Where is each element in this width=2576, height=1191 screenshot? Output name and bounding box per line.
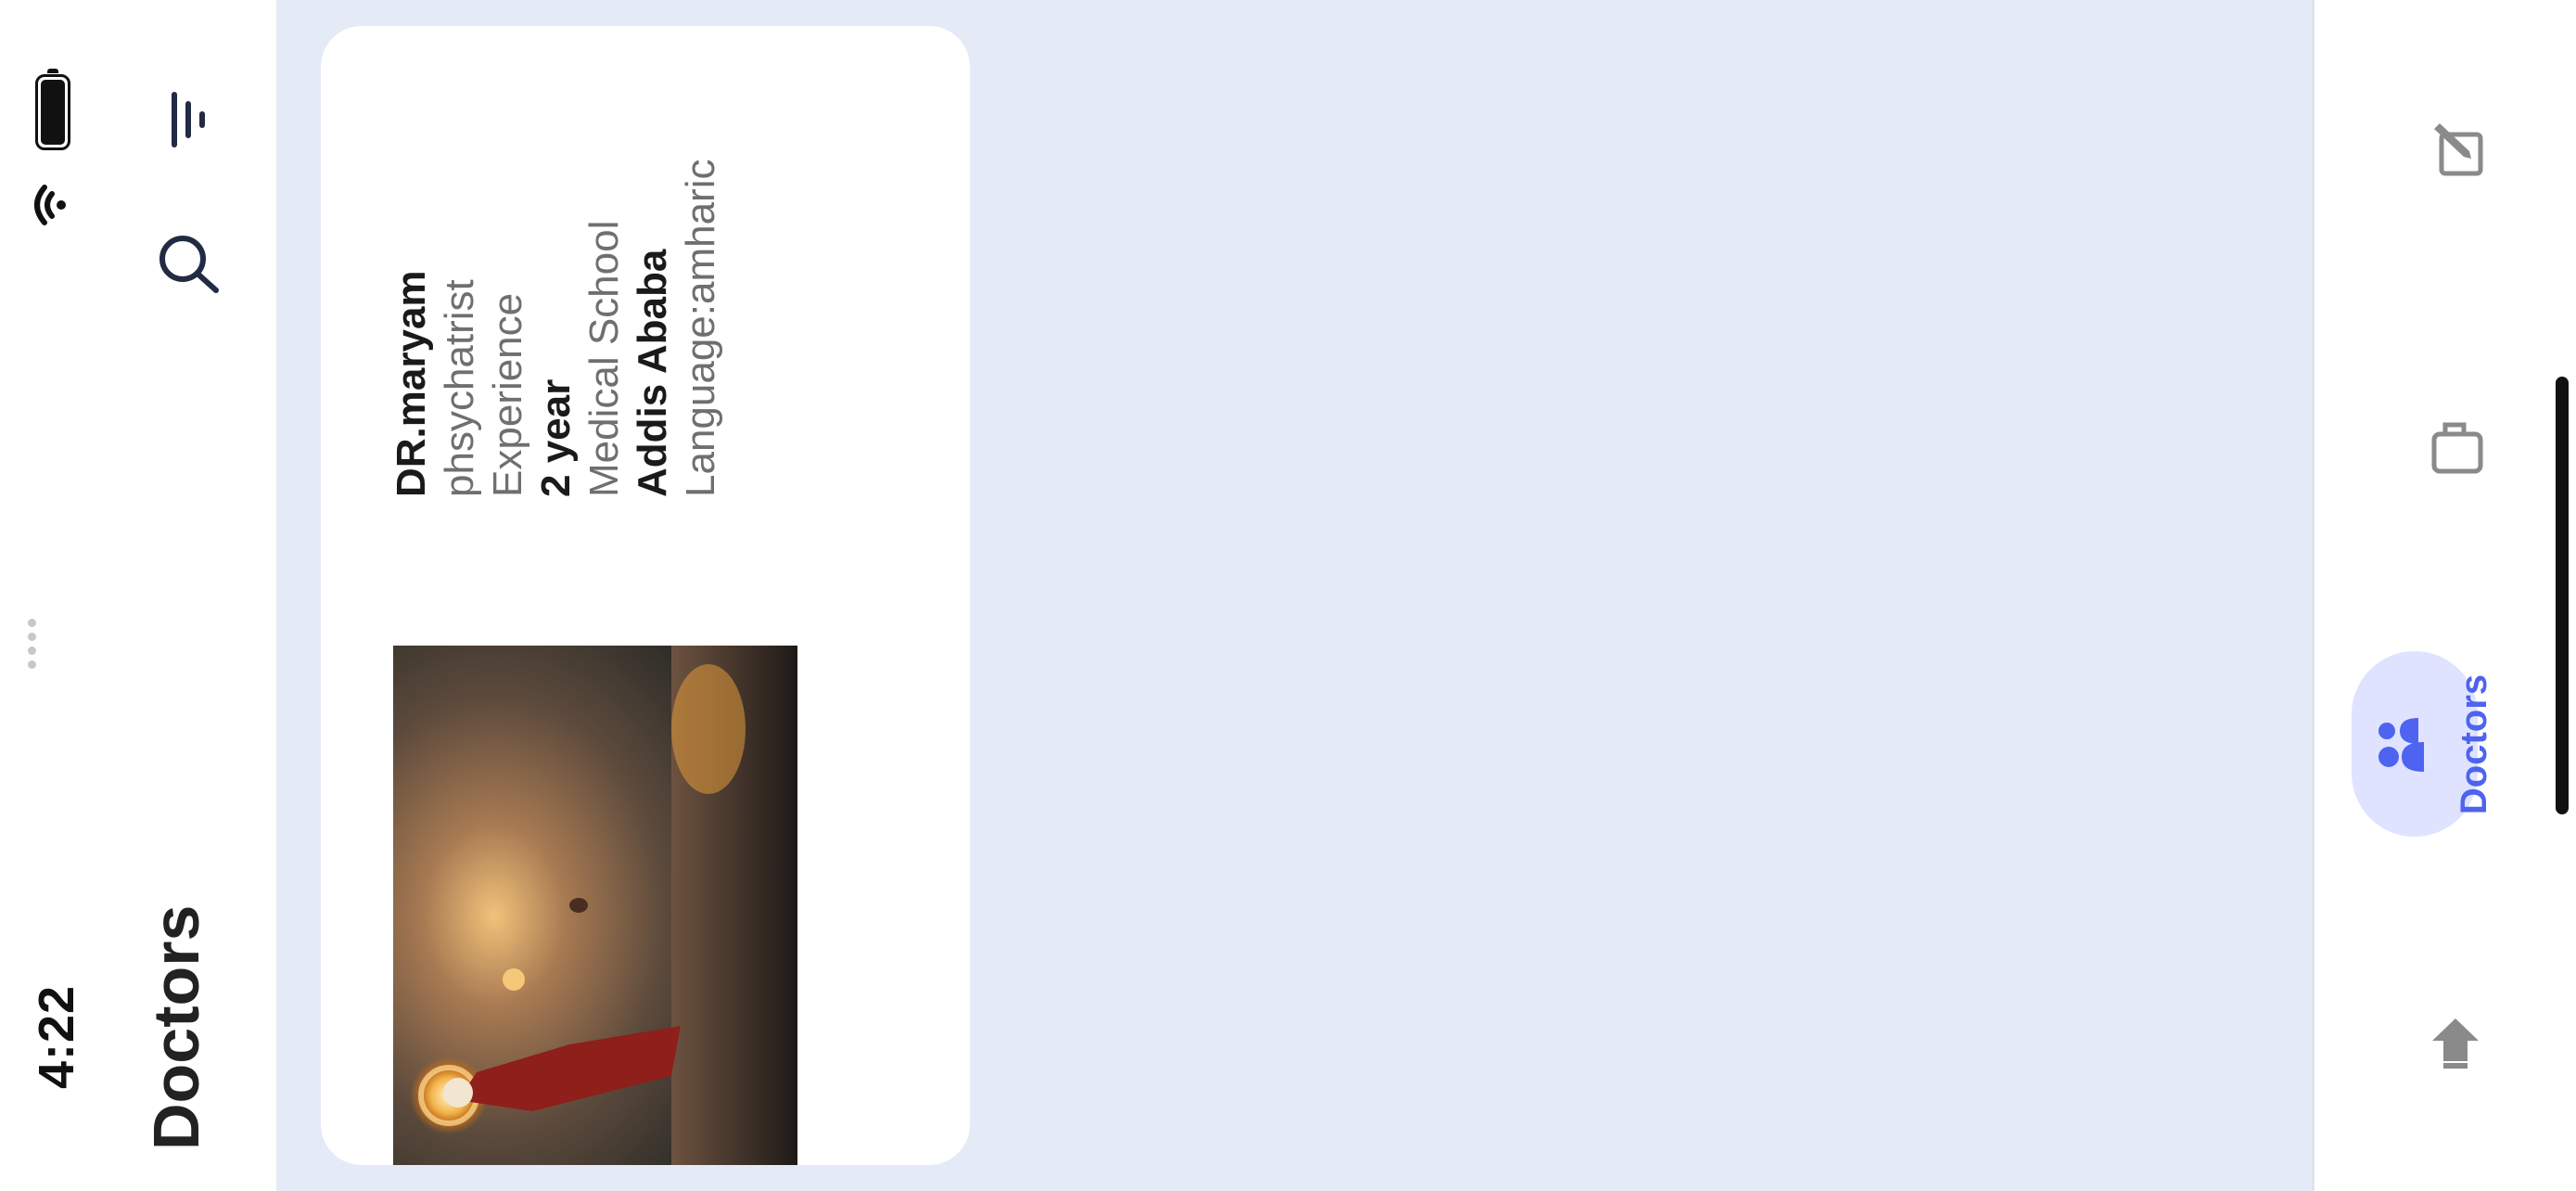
app-bar: Doctors	[102, 0, 276, 1191]
experience-label: Experience	[485, 292, 530, 497]
school-value: Addis Ababa	[630, 249, 675, 497]
doctor-info: DR.maryam phsychatrist Experience 2 year…	[388, 160, 725, 497]
bottom-navigation: Doctors	[2312, 0, 2576, 1191]
school-label: Medical School	[581, 220, 627, 497]
battery-icon	[34, 74, 70, 150]
search-icon	[153, 227, 228, 298]
nav-item-edit[interactable]	[2315, 0, 2565, 298]
doctor-specialty: phsychatrist	[437, 279, 482, 497]
status-time: 4:22	[29, 984, 84, 1089]
nav-item-mug[interactable]	[2315, 298, 2565, 596]
experience-value: 2 year	[533, 378, 579, 497]
nav-label-doctors: Doctors	[2454, 673, 2494, 815]
home-indicator	[2556, 377, 2569, 814]
edit-note-icon	[2418, 112, 2493, 186]
nav-item-doctors[interactable]: Doctors	[2315, 596, 2565, 893]
people-icon	[2363, 708, 2437, 782]
nav-item-logout[interactable]	[2315, 893, 2565, 1191]
logout-arrow-icon	[2418, 1005, 2493, 1080]
doctor-card[interactable]: DR.maryam phsychatrist Experience 2 year…	[321, 26, 970, 1165]
doctor-photo	[393, 646, 797, 1165]
page-title: Doctors	[140, 904, 212, 1150]
status-dots	[28, 616, 39, 672]
app-bar-actions	[154, 83, 226, 299]
wifi-icon	[32, 184, 73, 226]
status-bar: 4:22	[0, 0, 102, 1191]
app-root: 4:22 Doctors DR.maryam phsychatrist Expe…	[0, 0, 2576, 1191]
doctor-list: DR.maryam phsychatrist Experience 2 year…	[276, 0, 2312, 1191]
filter-icon	[158, 89, 223, 150]
doctor-language: Language:amharic	[678, 159, 723, 497]
search-button[interactable]	[154, 226, 226, 299]
mug-icon	[2418, 410, 2493, 484]
doctor-name: DR.maryam	[389, 270, 434, 497]
doctor-photo-image	[393, 646, 797, 1165]
status-icons	[32, 74, 73, 226]
filter-button[interactable]	[154, 83, 226, 156]
